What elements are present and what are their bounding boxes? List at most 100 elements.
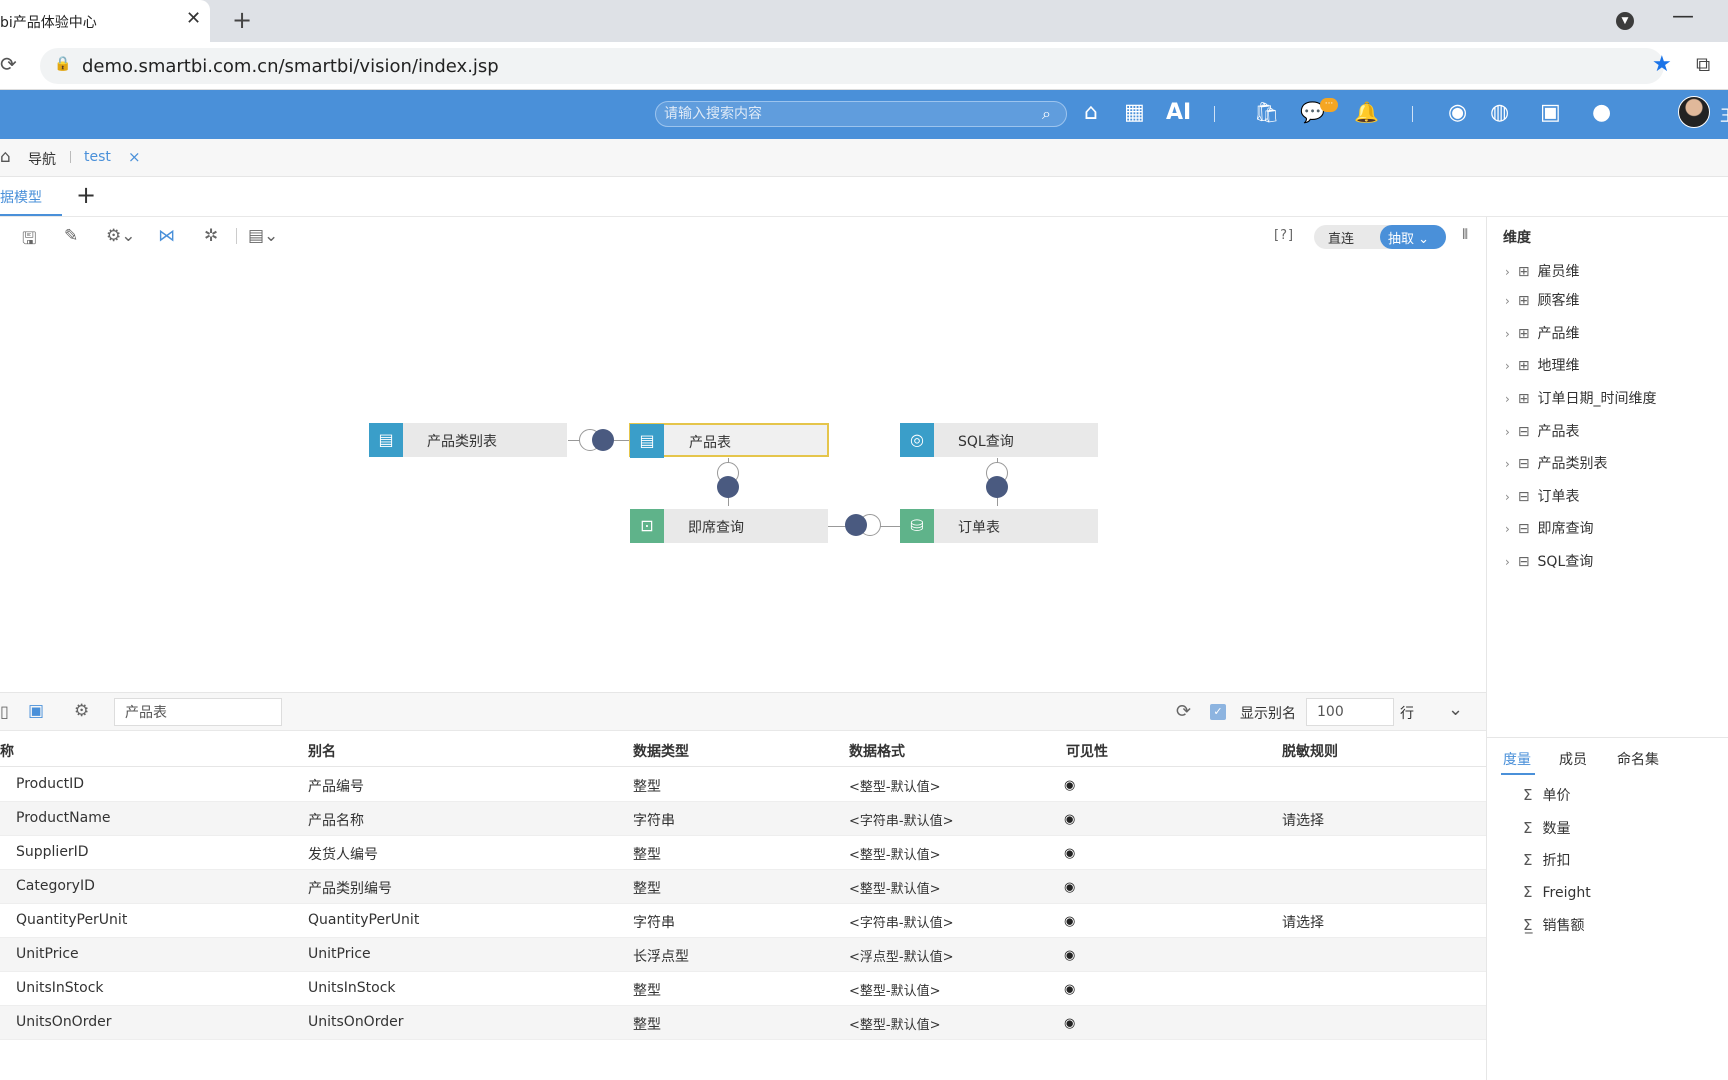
cell-format[interactable]: <整型-默认值>: [849, 980, 940, 999]
search-input[interactable]: [664, 102, 1034, 126]
measure-item[interactable]: Σ 单价: [1523, 785, 1570, 805]
column-header-name[interactable]: 称: [0, 741, 14, 761]
table-row[interactable]: UnitsOnOrder UnitsOnOrder 整型 <整型-默认值> ◉: [0, 1006, 1486, 1040]
gear-icon[interactable]: ⚙: [74, 701, 89, 721]
visibility-eye-icon[interactable]: ◉: [1064, 982, 1075, 997]
breadcrumb-nav[interactable]: 导航: [28, 149, 56, 169]
breadcrumb-close-icon[interactable]: ×: [128, 148, 141, 166]
table-settings-icon[interactable]: ▣: [28, 701, 44, 721]
cell-type[interactable]: 字符串: [633, 912, 675, 932]
cell-type[interactable]: 字符串: [633, 810, 675, 830]
chevron-right-icon[interactable]: ›: [1505, 457, 1510, 471]
cell-name[interactable]: UnitsInStock: [16, 980, 104, 996]
table-row[interactable]: UnitsInStock UnitsInStock 整型 <整型-默认值> ◉: [0, 972, 1486, 1006]
dimension-item[interactable]: › ⊟ 产品类别表: [1505, 453, 1608, 477]
chevron-right-icon[interactable]: ›: [1505, 555, 1510, 569]
cell-alias[interactable]: 产品名称: [308, 810, 364, 830]
relation-view-icon[interactable]: ⋈: [158, 226, 175, 246]
bookmark-star-icon[interactable]: ★: [1652, 52, 1672, 77]
cell-format[interactable]: <整型-默认值>: [849, 844, 940, 863]
browser-tab-close-icon[interactable]: ✕: [186, 8, 201, 29]
service-icon[interactable]: ◉: [1448, 100, 1467, 125]
visibility-eye-icon[interactable]: ◉: [1064, 812, 1075, 827]
tab-measure[interactable]: 度量: [1503, 749, 1531, 769]
column-header-format[interactable]: 数据格式: [849, 741, 905, 761]
visibility-eye-icon[interactable]: ◉: [1064, 948, 1075, 963]
cell-alias[interactable]: 发货人编号: [308, 844, 378, 864]
chevron-right-icon[interactable]: ›: [1505, 522, 1510, 536]
column-header-visibility[interactable]: 可见性: [1066, 741, 1108, 761]
dimension-item[interactable]: › ⊟ 产品表: [1505, 421, 1580, 445]
join-connector[interactable]: [845, 514, 867, 536]
cell-alias[interactable]: UnitsOnOrder: [308, 1014, 403, 1030]
node-product-table[interactable]: ▤ 产品表: [629, 423, 829, 458]
node-sql-query[interactable]: ◎ SQL查询: [900, 423, 1098, 457]
dimension-item[interactable]: › ⊞ 顾客维: [1505, 290, 1580, 314]
mode-extract-option[interactable]: 抽取 ⌄: [1380, 225, 1446, 249]
bell-icon[interactable]: 🔔: [1354, 100, 1379, 124]
cell-type[interactable]: 整型: [633, 844, 661, 864]
table-row[interactable]: UnitPrice UnitPrice 长浮点型 <浮点型-默认值> ◉: [0, 938, 1486, 972]
row-count-input[interactable]: [1306, 698, 1394, 726]
home-icon[interactable]: ⌂: [1084, 100, 1098, 125]
extensions-icon[interactable]: ⧉: [1696, 52, 1710, 76]
chevron-right-icon[interactable]: ›: [1505, 294, 1510, 308]
table-row[interactable]: ProductName 产品名称 字符串 <字符串-默认值> ◉ 请选择: [0, 802, 1486, 836]
model-canvas[interactable]: ▤ 产品类别表 ▤ 产品表 ◎ SQL查询 ⊡ 即席查询 ⛁ 订单表: [0, 254, 1486, 692]
save-icon[interactable]: 🖫: [22, 226, 36, 255]
cell-format[interactable]: <字符串-默认值>: [849, 912, 953, 931]
column-header-masking[interactable]: 脱敏规则: [1282, 741, 1338, 761]
table-row[interactable]: ProductID 产品编号 整型 <整型-默认值> ◉: [0, 768, 1486, 802]
cell-type[interactable]: 长浮点型: [633, 946, 689, 966]
node-category-table[interactable]: ▤ 产品类别表: [369, 423, 567, 457]
tab-named-set[interactable]: 命名集: [1617, 749, 1659, 769]
cell-name[interactable]: SupplierID: [16, 844, 89, 860]
table-row[interactable]: SupplierID 发货人编号 整型 <整型-默认值> ◉: [0, 836, 1486, 870]
new-tab-button[interactable]: +: [232, 6, 252, 34]
cell-name[interactable]: ProductID: [16, 776, 84, 792]
report-grid-icon[interactable]: ▦: [1124, 100, 1145, 125]
cell-alias[interactable]: QuantityPerUnit: [308, 912, 419, 928]
cell-name[interactable]: QuantityPerUnit: [16, 912, 127, 928]
chevron-down-icon[interactable]: ⌄: [1448, 699, 1463, 720]
cell-alias[interactable]: 产品编号: [308, 776, 364, 796]
tab-member[interactable]: 成员: [1559, 749, 1587, 769]
join-connector[interactable]: [592, 429, 614, 451]
lock-icon[interactable]: 🔒: [54, 56, 71, 72]
node-adhoc-query[interactable]: ⊡ 即席查询: [630, 509, 828, 543]
chevron-right-icon[interactable]: ›: [1505, 392, 1510, 406]
settings-dropdown-icon[interactable]: ⚙⌄: [106, 226, 135, 246]
measure-item[interactable]: Σ Freight: [1523, 883, 1591, 901]
cell-type[interactable]: 整型: [633, 776, 661, 796]
join-connector[interactable]: [717, 476, 739, 498]
user-icon[interactable]: ●: [1592, 100, 1611, 125]
window-minimize-button[interactable]: —: [1672, 4, 1694, 29]
dimension-item[interactable]: › ⊞ 订单日期_时间维度: [1505, 388, 1657, 412]
dimension-item[interactable]: › ⊞ 产品维: [1505, 323, 1580, 347]
cell-mask[interactable]: 请选择: [1282, 810, 1324, 830]
cell-format[interactable]: <整型-默认值>: [849, 878, 940, 897]
mode-direct-option[interactable]: 直连: [1328, 228, 1354, 247]
dimension-item[interactable]: › ⊟ 订单表: [1505, 486, 1580, 510]
cell-format[interactable]: <整型-默认值>: [849, 776, 940, 795]
table-row[interactable]: CategoryID 产品类别编号 整型 <整型-默认值> ◉: [0, 870, 1486, 904]
breadcrumb-tab-test[interactable]: test: [84, 149, 111, 165]
cell-mask[interactable]: 请选择: [1282, 912, 1324, 932]
cell-type[interactable]: 整型: [633, 878, 661, 898]
cell-alias[interactable]: UnitsInStock: [308, 980, 396, 996]
cell-alias[interactable]: UnitPrice: [308, 946, 371, 962]
show-alias-checkbox[interactable]: ✓: [1210, 704, 1226, 720]
chevron-right-icon[interactable]: ›: [1505, 327, 1510, 341]
table-row[interactable]: QuantityPerUnit QuantityPerUnit 字符串 <字符串…: [0, 904, 1486, 938]
visibility-eye-icon[interactable]: ◉: [1064, 778, 1075, 793]
column-header-alias[interactable]: 别名: [308, 741, 336, 761]
list-icon[interactable]: ▯: [0, 702, 9, 721]
cell-alias[interactable]: 产品类别编号: [308, 878, 392, 898]
url-text[interactable]: demo.smartbi.com.cn/smartbi/vision/index…: [82, 56, 499, 77]
chevron-right-icon[interactable]: ›: [1505, 490, 1510, 504]
measure-item[interactable]: Σ 折扣: [1523, 850, 1570, 870]
browser-profile-icon[interactable]: ▼: [1616, 12, 1634, 30]
measure-item[interactable]: Σ 数量: [1523, 818, 1570, 838]
chevron-right-icon[interactable]: ›: [1505, 425, 1510, 439]
globe-icon[interactable]: ◍: [1490, 100, 1509, 125]
